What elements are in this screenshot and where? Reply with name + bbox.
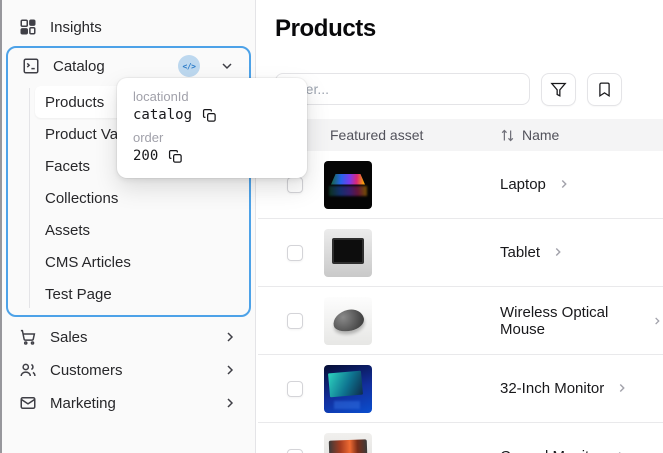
sidebar-item-marketing[interactable]: Marketing [8, 387, 249, 419]
product-name-link[interactable]: Laptop [500, 176, 571, 193]
arrows-up-down-icon[interactable] [500, 128, 515, 143]
table-row: Curved Monitor [258, 423, 663, 453]
row-checkbox[interactable] [287, 448, 303, 453]
sidebar-item-label: Sales [50, 328, 88, 346]
tooltip-field-label: order [133, 130, 164, 145]
row-checkbox[interactable] [287, 312, 303, 329]
page-title: Products [275, 15, 376, 42]
tooltip-field-value-row: 200 [133, 148, 291, 164]
tooltip-field-label: locationId [133, 89, 189, 104]
sidebar-item-insights[interactable]: Insights [8, 11, 249, 43]
copy-icon[interactable] [202, 108, 217, 123]
chevron-right-icon [654, 316, 660, 325]
main-content: Products Featured asset [258, 0, 663, 453]
table-row: Tablet [258, 219, 663, 287]
toolbar [275, 73, 622, 106]
table-row: 32-Inch Monitor [258, 355, 663, 423]
chevron-down-icon[interactable] [219, 58, 235, 74]
sidebar-item-label: Insights [50, 18, 102, 36]
tooltip-field-value: 200 [133, 148, 159, 164]
sub-item-label: Collections [45, 189, 119, 207]
table-header: Featured asset Name [258, 119, 663, 151]
sidebar-item-cms-articles[interactable]: CMS Articles [35, 246, 241, 278]
product-thumbnail-laptop [324, 160, 372, 209]
product-thumbnail-mouse [324, 296, 372, 345]
filter-funnel-icon [550, 82, 567, 97]
product-name: Curved Monitor [500, 448, 603, 453]
sidebar-item-assets[interactable]: Assets [35, 214, 241, 246]
table-row: Laptop [258, 151, 663, 219]
bookmark-button[interactable] [587, 73, 622, 106]
sub-item-label: Test Page [45, 285, 112, 303]
chevron-right-icon [555, 248, 561, 256]
product-name: 32-Inch Monitor [500, 379, 605, 397]
product-name-link[interactable]: Tablet [500, 244, 565, 261]
sub-item-label: Products [45, 93, 105, 111]
row-checkbox[interactable] [287, 244, 303, 261]
chevron-right-icon [561, 180, 567, 188]
product-name-link[interactable]: Wireless Optical Mouse [500, 304, 663, 338]
sidebar-item-customers[interactable]: Customers [8, 354, 249, 386]
sidebar-item-collections[interactable]: Collections [35, 182, 241, 214]
bookmark-icon [599, 82, 610, 98]
product-name-link[interactable]: 32-Inch Monitor [500, 380, 629, 397]
sidebar-item-test-page[interactable]: Test Page [35, 278, 241, 310]
mail-icon [20, 397, 36, 409]
filter-button[interactable] [541, 73, 576, 106]
row-checkbox[interactable] [287, 380, 303, 397]
products-table: Featured asset Name Laptop Tablet Wirele… [258, 119, 663, 453]
column-header-featured-asset[interactable]: Featured asset [324, 127, 490, 143]
filter-input[interactable] [275, 73, 530, 105]
sub-item-label: Assets [45, 221, 91, 239]
chevron-right-icon [227, 365, 234, 375]
users-icon [20, 363, 36, 377]
sidebar: Insights Catalog </> Products Product Va… [2, 0, 256, 453]
table-row: Wireless Optical Mouse [258, 287, 663, 355]
product-name-link[interactable]: Curved Monitor [500, 448, 628, 453]
column-header-name[interactable]: Name [490, 127, 663, 143]
code-badge-icon[interactable]: </> [178, 55, 200, 77]
product-thumbnail-tablet [324, 228, 372, 277]
column-header-label: Name [522, 127, 560, 143]
row-checkbox[interactable] [287, 176, 303, 193]
sidebar-item-sales[interactable]: Sales [8, 321, 249, 353]
product-name: Laptop [500, 175, 546, 193]
tooltip-field-value-row: catalog [133, 107, 291, 123]
sub-item-label: Facets [45, 157, 91, 175]
chevron-right-icon [227, 332, 234, 342]
chevron-right-icon [619, 384, 625, 392]
dashboard-grid-icon [20, 19, 36, 35]
sidebar-item-label: Customers [50, 361, 123, 379]
shopping-cart-icon [20, 329, 36, 345]
product-name: Tablet [500, 243, 541, 261]
sidebar-item-label: Catalog [53, 57, 105, 75]
sub-item-label: CMS Articles [45, 253, 131, 271]
copy-icon[interactable] [168, 149, 183, 164]
custom-fields-tooltip: locationId catalog order 200 [117, 78, 307, 178]
sidebar-item-label: Marketing [50, 394, 116, 412]
product-thumbnail-curved-monitor [324, 432, 372, 453]
indent-guide-line [29, 88, 30, 308]
product-thumbnail-monitor [324, 364, 372, 413]
product-name: Wireless Optical Mouse [500, 303, 609, 338]
app-window: Insights Catalog </> Products Product Va… [0, 0, 663, 453]
chevron-right-icon [227, 398, 234, 408]
chevron-right-icon [618, 452, 621, 453]
square-terminal-icon [23, 58, 39, 74]
tooltip-field-value: catalog [133, 107, 193, 123]
